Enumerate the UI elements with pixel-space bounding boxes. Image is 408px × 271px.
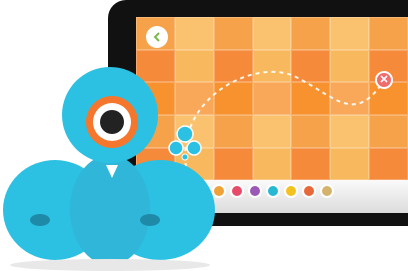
star-icon[interactable] [284, 184, 298, 198]
back-button[interactable] [146, 26, 168, 48]
robot-marker-icon [168, 125, 202, 161]
drive-icon[interactable] [212, 184, 226, 198]
sound-icon[interactable] [248, 184, 262, 198]
light-icon[interactable] [266, 184, 280, 198]
dash-robot [3, 67, 215, 271]
close-button[interactable] [375, 71, 393, 89]
chevron-left-icon [153, 32, 160, 42]
close-icon [380, 75, 388, 83]
box-icon[interactable] [320, 184, 334, 198]
product-scene [0, 0, 408, 271]
hand-icon[interactable] [302, 184, 316, 198]
flag-icon[interactable] [230, 184, 244, 198]
